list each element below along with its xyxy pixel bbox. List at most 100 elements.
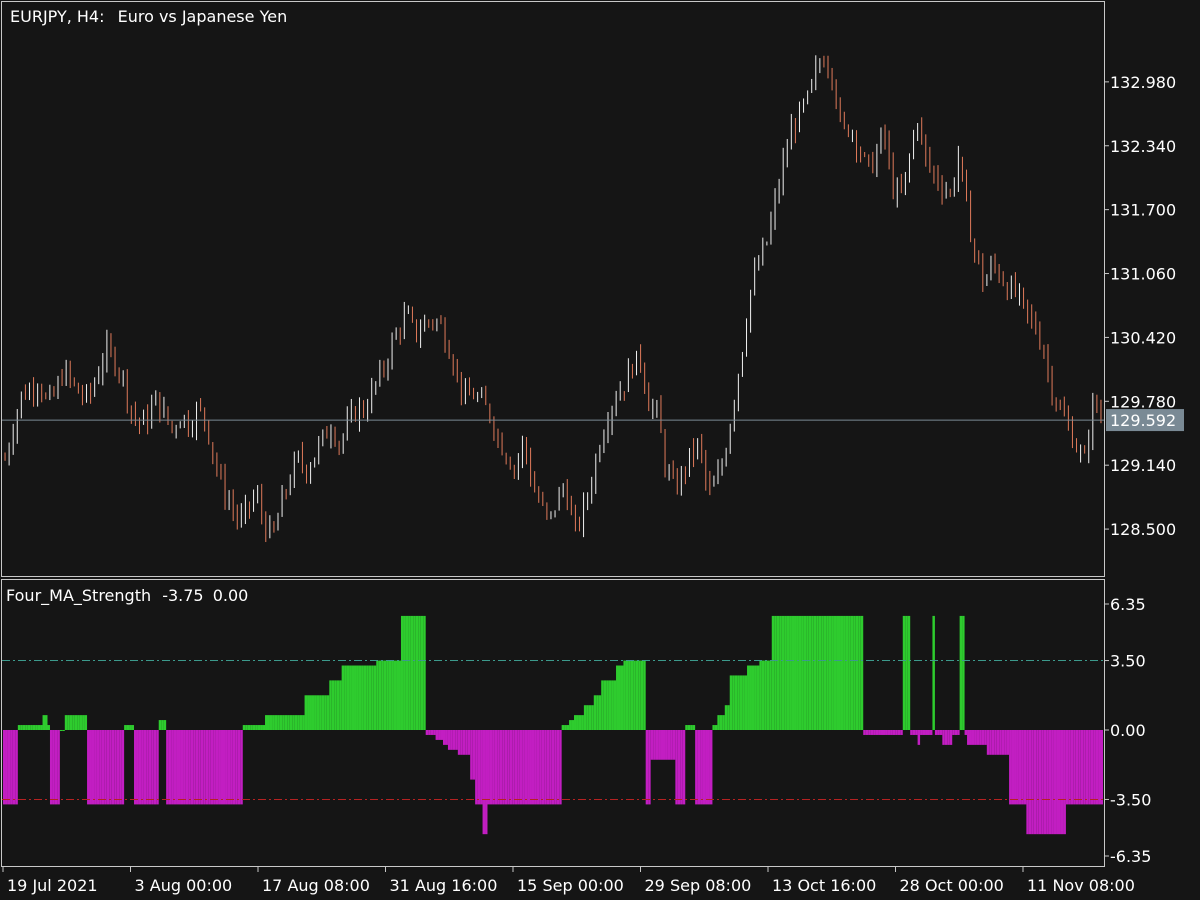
- indicator-bar: [620, 665, 624, 730]
- indicator-bar: [116, 730, 120, 805]
- indicator-bar: [40, 725, 43, 730]
- indicator-bar: [215, 730, 219, 805]
- indicator-bar: [3, 730, 6, 805]
- indicator-bar: [556, 730, 560, 805]
- indicator-bar: [729, 675, 733, 730]
- indicator-bar: [460, 730, 463, 755]
- indicator-bar: [351, 665, 355, 730]
- indicator-bar: [813, 615, 817, 730]
- indicator-bar: [855, 615, 859, 730]
- indicator-bar: [546, 730, 550, 805]
- indicator-bar: [976, 730, 980, 745]
- indicator-bar: [1018, 730, 1022, 805]
- indicator-bar: [311, 695, 315, 730]
- indicator-bar: [176, 730, 179, 805]
- indicator-bar: [702, 730, 706, 805]
- indicator-bar: [141, 730, 144, 805]
- indicator-bar: [789, 615, 792, 730]
- indicator-bar: [821, 615, 824, 730]
- indicator-bar: [806, 615, 809, 730]
- indicator-bar: [1011, 730, 1015, 805]
- indicator-bar: [653, 730, 656, 760]
- indicator-bar: [682, 730, 686, 805]
- indicator-bar: [660, 730, 663, 760]
- indicator-bar: [158, 720, 162, 730]
- indicator-bar: [114, 730, 117, 805]
- indicator-bar: [531, 730, 535, 805]
- indicator-bar: [747, 665, 750, 730]
- indicator-bar: [667, 730, 671, 760]
- indicator-bar: [574, 715, 577, 730]
- indicator-bar: [717, 715, 720, 730]
- indicator-bar: [843, 615, 846, 730]
- indicator-bar: [279, 715, 283, 730]
- indicator-bar: [870, 730, 874, 735]
- indicator-bar: [218, 730, 221, 805]
- indicator-bar: [1026, 730, 1029, 835]
- indicator-bar: [190, 730, 194, 805]
- indicator-bar: [712, 725, 715, 730]
- indicator-bar: [494, 730, 498, 805]
- indicator-bar: [692, 725, 696, 730]
- indicator-bar: [613, 680, 617, 730]
- indicator-bar: [240, 730, 243, 805]
- indicator-bar: [492, 730, 495, 805]
- indicator-bar: [388, 660, 392, 730]
- indicator-bar: [245, 725, 248, 730]
- indicator-bar: [996, 730, 1000, 755]
- indicator-bar: [756, 665, 760, 730]
- indicator-bar: [366, 665, 369, 730]
- indicator-bar: [873, 730, 876, 735]
- indicator-bar: [257, 725, 261, 730]
- indicator-bar: [398, 660, 401, 730]
- indicator-bar: [766, 660, 770, 730]
- indicator-bar: [302, 715, 305, 730]
- indicator-bar: [59, 730, 63, 731]
- indicator-bar: [1100, 730, 1103, 805]
- indicator-bar: [583, 705, 587, 730]
- indicator-bar: [1041, 730, 1044, 835]
- indicator-bar: [35, 725, 38, 730]
- indicator-bar: [274, 715, 278, 730]
- price-tick-label: 131.060: [1110, 265, 1176, 284]
- indicator-bar: [438, 730, 441, 740]
- indicator-bar: [136, 730, 139, 805]
- indicator-bar: [751, 665, 755, 730]
- indicator-bar: [499, 730, 503, 805]
- indicator-bar: [952, 730, 955, 735]
- indicator-bar: [368, 665, 372, 730]
- indicator-bar: [363, 665, 367, 730]
- chart-window[interactable]: 132.980 132.340 131.700 131.060 130.420 129.7…: [0, 0, 1200, 900]
- indicator-bar: [932, 615, 935, 730]
- indicator-bar: [858, 615, 861, 730]
- indicator-bar: [727, 705, 730, 730]
- indicator-bar: [1033, 730, 1037, 835]
- indicator-bar: [208, 730, 211, 805]
- indicator-bar: [596, 695, 599, 730]
- indicator-bar: [675, 730, 678, 805]
- indicator-bar: [314, 695, 317, 730]
- indicator-bar: [1098, 730, 1101, 805]
- indicator-bar: [648, 730, 651, 805]
- indicator-bar: [267, 715, 270, 730]
- indicator-bar: [986, 730, 990, 755]
- indicator-bar: [571, 720, 575, 730]
- indicator-value-2: 0.00: [213, 586, 249, 605]
- indicator-bar: [146, 730, 149, 805]
- indicator-bar: [250, 725, 253, 730]
- indicator-bar: [1046, 730, 1049, 835]
- indicator-bar: [848, 615, 851, 730]
- indicator-bar: [163, 720, 167, 730]
- indicator-bar: [774, 615, 777, 730]
- indicator-bar: [341, 665, 345, 730]
- indicator-bar: [79, 715, 83, 730]
- indicator-bar: [472, 730, 476, 780]
- indicator-bar: [15, 730, 18, 805]
- indicator-bar: [230, 730, 233, 805]
- indicator-bar: [227, 730, 231, 805]
- indicator-bar: [143, 730, 147, 805]
- indicator-bar: [428, 730, 431, 735]
- indicator-bar: [722, 715, 725, 730]
- indicator-bar: [22, 725, 26, 730]
- indicator-name: Four_MA_Strength: [6, 586, 151, 606]
